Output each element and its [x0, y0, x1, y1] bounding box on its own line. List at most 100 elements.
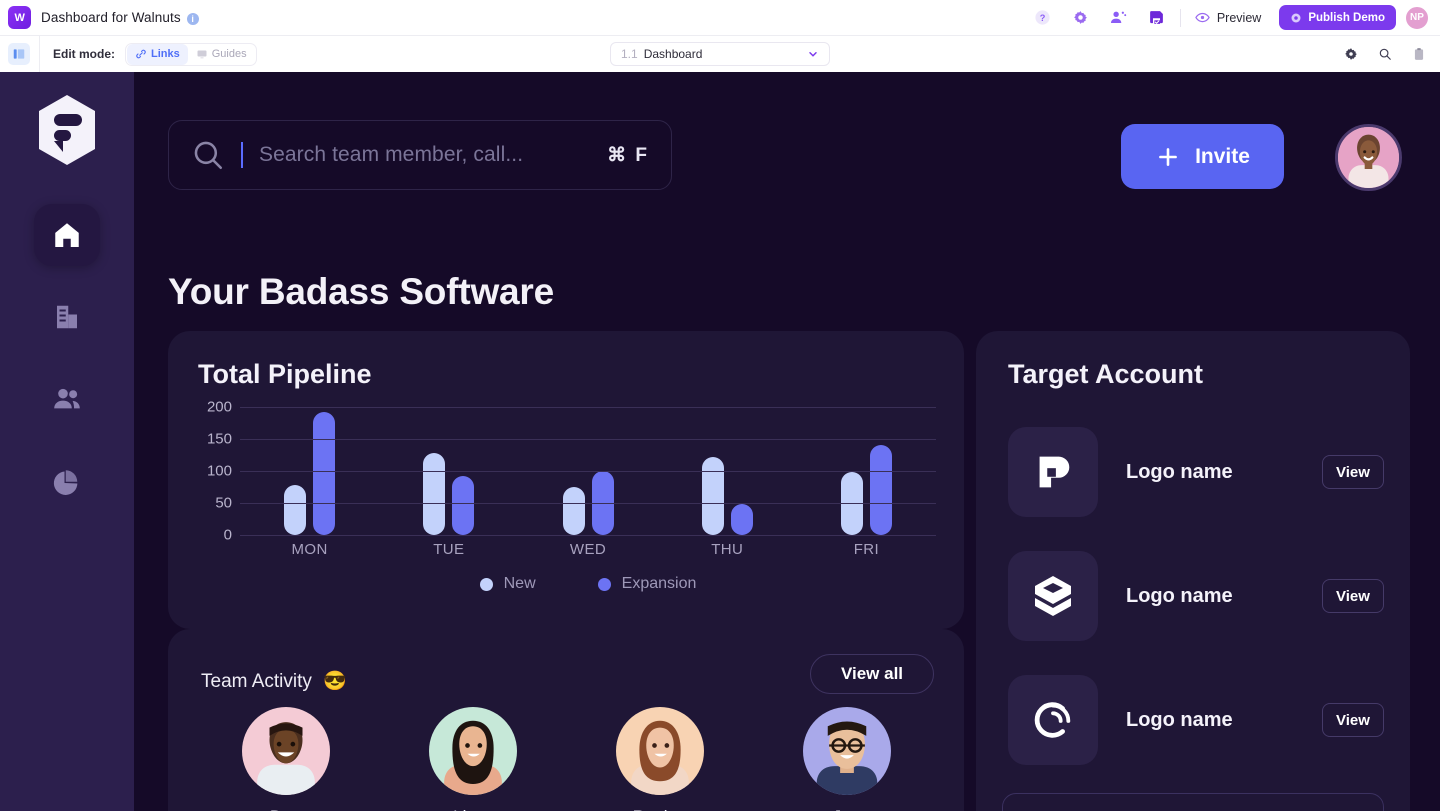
- account-avatar[interactable]: NP: [1404, 4, 1430, 31]
- link-icon: [136, 49, 146, 59]
- avatar[interactable]: [802, 707, 891, 795]
- builder-toolbar: Edit mode: Links Guides 1.1 Dashboard: [0, 35, 1440, 73]
- legend-swatch-icon: [479, 577, 493, 591]
- chart-gridline: [240, 535, 936, 536]
- gear-icon[interactable]: [1334, 37, 1368, 72]
- list-item-label: Joe: [833, 807, 860, 811]
- account-name: Logo name: [1126, 460, 1233, 483]
- users-icon: [54, 388, 80, 409]
- account-name: Logo name: [1126, 584, 1233, 607]
- settings-icon[interactable]: [1062, 0, 1100, 35]
- search-shortcut: ⌘ F: [607, 144, 649, 166]
- page-selector[interactable]: 1.1 Dashboard: [610, 42, 830, 66]
- chart-x-tick: TUE: [433, 541, 465, 558]
- account-logo: [1008, 427, 1098, 517]
- view-all-button[interactable]: View all: [810, 654, 934, 694]
- pie-chart-icon: [53, 470, 78, 495]
- share-users-icon[interactable]: [1100, 0, 1138, 35]
- project-title-group: Dashboard for Walnuts i: [41, 10, 199, 25]
- search-icon[interactable]: [1368, 37, 1402, 72]
- plus-icon: [1159, 147, 1177, 166]
- sidebar-item-company[interactable]: [34, 286, 100, 348]
- list-item[interactable]: Lizzy: [379, 707, 566, 811]
- chart-y-tick: 200: [206, 398, 232, 416]
- chevron-down-icon: [809, 52, 817, 57]
- target-account-row[interactable]: Logo name View: [1008, 427, 1384, 517]
- builder-top-bar: W Dashboard for Walnuts i ? Preview Publ…: [0, 0, 1440, 35]
- publish-demo-button[interactable]: Publish Demo: [1279, 5, 1396, 30]
- chart-gridline: [240, 503, 936, 504]
- segment-guides[interactable]: Guides: [188, 44, 255, 65]
- chart-bar-expansion-thu[interactable]: [730, 504, 753, 535]
- avatar[interactable]: [428, 707, 517, 795]
- building-icon: [57, 305, 77, 329]
- chart-gridline: [240, 471, 936, 472]
- chart-x-tick: FRI: [853, 541, 880, 558]
- sidebar-item-people[interactable]: [34, 368, 100, 430]
- layered-hexagon-logo-icon: [1035, 576, 1071, 616]
- chart-y-tick: 150: [206, 430, 232, 448]
- radar-c-logo-icon: [1034, 702, 1071, 738]
- view-button[interactable]: View: [1322, 455, 1384, 489]
- list-item-label: Don: [270, 807, 301, 811]
- search-input[interactable]: Search team member, call... ⌘ F: [168, 120, 672, 190]
- legend-swatch-icon: [597, 577, 611, 591]
- app-sidebar: [0, 72, 134, 811]
- view-button[interactable]: View: [1322, 579, 1384, 613]
- page-title: Your Badass Software: [168, 271, 554, 312]
- chart-x-tick: MON: [291, 541, 328, 558]
- chart-bar-new-tue[interactable]: [423, 453, 446, 535]
- target-account-row[interactable]: Logo name View: [1008, 551, 1384, 641]
- chart-x-tick: THU: [711, 541, 744, 558]
- help-icon[interactable]: ?: [1024, 0, 1062, 35]
- segment-links[interactable]: Links: [127, 43, 188, 65]
- preview-button[interactable]: Preview: [1185, 0, 1271, 35]
- search-icon: [194, 141, 223, 170]
- rocket-icon: [1291, 13, 1301, 22]
- chart-legend-item[interactable]: Expansion: [597, 575, 696, 593]
- divider: [39, 35, 40, 73]
- app-header: Search team member, call... ⌘ F Invite: [168, 120, 1402, 191]
- edit-mode-segmented-control: Links Guides: [125, 42, 257, 66]
- segment-guides-label: Guides: [211, 48, 247, 60]
- avatar[interactable]: [615, 707, 704, 795]
- clipboard-icon[interactable]: [1402, 37, 1436, 72]
- hexagon-logo-icon: [39, 95, 95, 165]
- view-button[interactable]: View: [1322, 703, 1384, 737]
- chart-y-tick: 50: [215, 494, 232, 512]
- chart-bar-expansion-tue[interactable]: [452, 476, 475, 535]
- save-icon[interactable]: [1138, 0, 1176, 35]
- app-logo[interactable]: [34, 94, 100, 166]
- chart-plot-area: [240, 407, 936, 536]
- chart-bar-expansion-fri[interactable]: [869, 445, 892, 535]
- avatar[interactable]: [1335, 124, 1402, 191]
- info-icon[interactable]: i: [186, 12, 199, 25]
- p-block-logo-icon: [1039, 456, 1070, 488]
- team-member-list: Don Lizzy Regina Joe: [192, 707, 940, 811]
- chart-legend: New Expansion: [240, 575, 936, 593]
- divider: [1179, 8, 1181, 27]
- total-pipeline-card: Total Pipeline 200 150 100 50 0 MON TUE WED THU…: [168, 331, 964, 629]
- chart-bar-new-mon[interactable]: [284, 485, 307, 535]
- panel-toggle-icon[interactable]: [8, 43, 30, 65]
- member-avatar-icon: [428, 707, 517, 795]
- sidebar-item-home[interactable]: [34, 204, 100, 266]
- chart-y-axis: 200 150 100 50 0: [196, 399, 238, 544]
- sunglasses-emoji-icon: 😎: [323, 671, 347, 692]
- chart-x-tick: WED: [569, 541, 607, 558]
- chart-bar-expansion-mon[interactable]: [313, 412, 336, 535]
- list-item[interactable]: Don: [192, 707, 379, 811]
- list-item[interactable]: Regina: [566, 707, 753, 811]
- sidebar-item-reports[interactable]: [34, 450, 100, 512]
- avatar[interactable]: [241, 707, 330, 795]
- all-activity-button[interactable]: All activity: [1002, 793, 1384, 811]
- target-account-title: Target Account: [1008, 359, 1204, 389]
- target-account-row[interactable]: Logo name View: [1008, 675, 1384, 765]
- list-item[interactable]: Joe: [753, 707, 940, 811]
- chart-bar-new-thu[interactable]: [701, 456, 724, 535]
- chart-bar-new-wed[interactable]: [562, 487, 585, 535]
- invite-button[interactable]: Invite: [1121, 124, 1284, 189]
- toolbar-right-actions: [1334, 37, 1436, 72]
- chart-legend-item[interactable]: New: [479, 575, 536, 593]
- builder-top-actions: ? Preview Publish Demo NP: [1024, 0, 1432, 35]
